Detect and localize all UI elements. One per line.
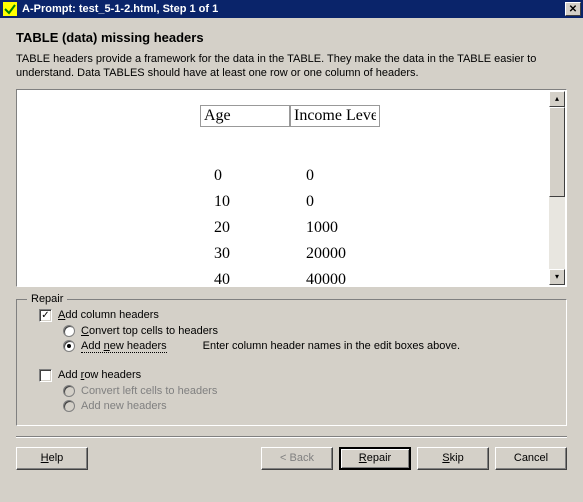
cell: 0	[214, 167, 306, 185]
cell: 1000	[306, 219, 426, 237]
cell: 20000	[306, 245, 426, 263]
cell: 20	[214, 219, 306, 237]
help-button[interactable]: HelpHelp	[16, 447, 88, 470]
table-preview: 0 0 10 0 20 1000 30 20000 40 40000 ▴	[16, 89, 567, 287]
add-column-headers-checkbox[interactable]: ✓ AAdd column headersdd column headers	[39, 309, 556, 322]
cancel-button[interactable]: Cancel	[495, 447, 567, 470]
add-new-headers-row-radio: Add new headers	[63, 400, 556, 412]
scroll-up-icon[interactable]: ▴	[549, 91, 565, 107]
scroll-thumb[interactable]	[549, 107, 565, 197]
convert-left-cells-radio: Convert left cells to headers	[63, 385, 556, 397]
repair-legend: Repair	[27, 293, 67, 305]
column-header-input-2[interactable]	[290, 105, 380, 127]
column-header-input-1[interactable]	[200, 105, 290, 127]
table-row: 30 20000	[214, 245, 549, 271]
cell: 0	[306, 193, 426, 211]
radio-label: Convert left cells to headers	[81, 385, 217, 397]
radio-icon	[63, 385, 75, 397]
checkbox-icon: ✓	[39, 309, 52, 322]
cell: 40000	[306, 271, 426, 285]
page-title: TABLE (data) missing headers	[16, 30, 567, 45]
table-row: 20 1000	[214, 219, 549, 245]
repair-group: Repair ✓ AAdd column headersdd column he…	[16, 299, 567, 426]
table-row: 10 0	[214, 193, 549, 219]
scroll-track[interactable]	[549, 107, 565, 269]
add-new-headers-radio[interactable]: Add new headersAdd new headers Enter col…	[63, 340, 556, 353]
page-description: TABLE headers provide a framework for th…	[16, 53, 567, 81]
radio-icon	[63, 340, 75, 352]
app-icon	[2, 1, 18, 17]
radio-icon	[63, 400, 75, 412]
convert-top-cells-radio[interactable]: Convert top cells to headersConvert top …	[63, 325, 556, 337]
cell: 10	[214, 193, 306, 211]
cell: 30	[214, 245, 306, 263]
close-button[interactable]: ✕	[565, 2, 581, 16]
add-row-headers-checkbox[interactable]: Add row headersAdd row headers	[39, 369, 556, 382]
cell: 0	[306, 167, 426, 185]
title-bar: A-Prompt: test_5-1-2.html, Step 1 of 1 ✕	[0, 0, 583, 18]
back-button: < Back	[261, 447, 333, 470]
vertical-scrollbar[interactable]: ▴ ▾	[549, 91, 565, 285]
button-bar: HelpHelp < Back RepairRepair SkipSkip Ca…	[16, 436, 567, 470]
repair-button[interactable]: RepairRepair	[339, 447, 411, 470]
checkbox-icon	[39, 369, 52, 382]
hint-text: Enter column header names in the edit bo…	[203, 340, 460, 352]
cell: 40	[214, 271, 306, 285]
table-row: 40 40000	[214, 271, 549, 285]
radio-label: Add new headers	[81, 400, 167, 412]
window-title: A-Prompt: test_5-1-2.html, Step 1 of 1	[22, 3, 565, 15]
radio-icon	[63, 325, 75, 337]
skip-button[interactable]: SkipSkip	[417, 447, 489, 470]
scroll-down-icon[interactable]: ▾	[549, 269, 565, 285]
table-row: 0 0	[214, 167, 549, 193]
